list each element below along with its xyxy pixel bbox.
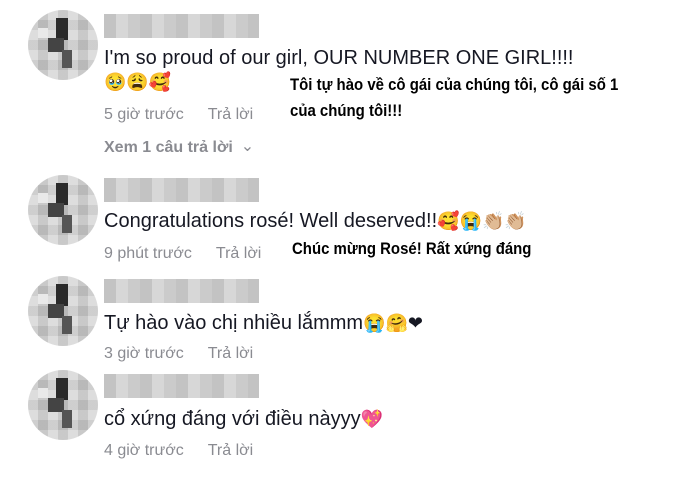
comment-text: Congratulations rosé! Well deserved!!🥰😭👏…: [104, 210, 527, 233]
avatar-pixel: [62, 215, 72, 233]
username-blurred[interactable]: [104, 279, 259, 303]
comment-meta: 3 giờ trước Trả lời: [104, 345, 253, 363]
reply-button[interactable]: Trả lời: [208, 442, 253, 459]
chevron-down-icon: ⌄: [240, 138, 255, 155]
comment-text: I'm so proud of our girl, OUR NUMBER ONE…: [104, 47, 574, 70]
translation-line: Chúc mừng Rosé! Rất xứng đáng: [292, 239, 532, 258]
avatar[interactable]: [28, 10, 98, 80]
comment-body: I'm so proud of our girl, OUR NUMBER ONE…: [104, 47, 574, 69]
comment-meta: 9 phút trước Trả lời: [104, 245, 261, 263]
avatar-pixel: [62, 410, 72, 428]
comment-emojis: 🥰😭👏🏼👏🏼: [437, 211, 527, 231]
translation-text: Chúc mừng Rosé! Rất xứng đáng: [292, 236, 531, 262]
comment-text: cổ xứng đáng với điều nàyyy💖: [104, 408, 383, 431]
comment-time: 9 phút trước: [104, 245, 192, 262]
avatar-pixel: [62, 316, 72, 334]
avatar[interactable]: [28, 370, 98, 440]
comment-time: 3 giờ trước: [104, 345, 184, 362]
comment-meta: 4 giờ trước Trả lời: [104, 442, 253, 460]
view-replies-button[interactable]: Xem 1 câu trả lời ⌄: [104, 137, 254, 157]
username-blurred[interactable]: [104, 374, 259, 398]
comment-body: cổ xứng đáng với điều nàyyy: [104, 408, 361, 430]
comment-emojis: 😭🤗❤: [363, 313, 423, 333]
reply-button[interactable]: Trả lời: [208, 106, 253, 123]
avatar-pixel: [56, 284, 68, 306]
comment-emojis: 💖: [360, 409, 384, 429]
avatar-pixel: [62, 50, 72, 68]
avatar-pixel: [56, 378, 68, 400]
avatar-pixel: [56, 183, 68, 205]
avatar-pixel: [38, 193, 48, 203]
translation-line: Tôi tự hào về cô gái của chúng tôi, cô g…: [290, 75, 619, 94]
username-blurred[interactable]: [104, 14, 259, 38]
avatar[interactable]: [28, 276, 98, 346]
avatar-pixel: [38, 28, 48, 38]
comment-body: Congratulations rosé! Well deserved!!: [104, 210, 438, 232]
reply-button[interactable]: Trả lời: [216, 245, 261, 262]
comment-text: Tự hào vào chị nhiều lắmmm😭🤗❤: [104, 312, 423, 335]
reply-button[interactable]: Trả lời: [208, 345, 253, 362]
comment-time: 5 giờ trước: [104, 106, 184, 123]
avatar-pixel: [38, 294, 48, 304]
comment-body: Tự hào vào chị nhiều lắmmm: [104, 312, 364, 334]
avatar[interactable]: [28, 175, 98, 245]
username-blurred[interactable]: [104, 178, 259, 202]
comment-meta: 5 giờ trước Trả lời: [104, 106, 253, 124]
view-replies-label: Xem 1 câu trả lời: [104, 139, 233, 156]
translation-text: Tôi tự hào về cô gái của chúng tôi, cô g…: [290, 72, 618, 124]
comment-emojis: 🥹😩🥰: [104, 72, 172, 92]
avatar-pixel: [38, 388, 48, 398]
translation-line: của chúng tôi!!!: [290, 101, 403, 120]
avatar-pixel: [56, 18, 68, 40]
comment-time: 4 giờ trước: [104, 442, 184, 459]
